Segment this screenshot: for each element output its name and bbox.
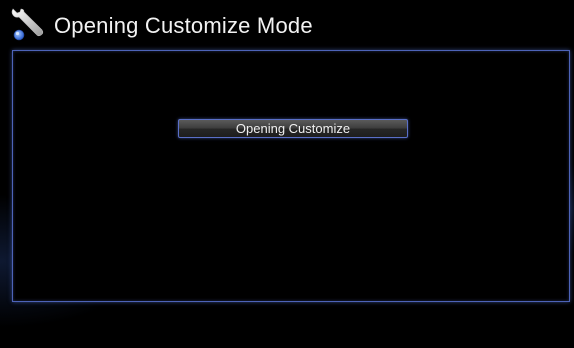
opening-customize-button[interactable]: Opening Customize	[178, 119, 408, 138]
title-bar: Opening Customize Mode	[10, 8, 313, 44]
wrench-icon	[10, 8, 46, 44]
content-panel	[12, 50, 570, 302]
opening-customize-label: Opening Customize	[235, 121, 351, 136]
page-title: Opening Customize Mode	[54, 13, 313, 38]
